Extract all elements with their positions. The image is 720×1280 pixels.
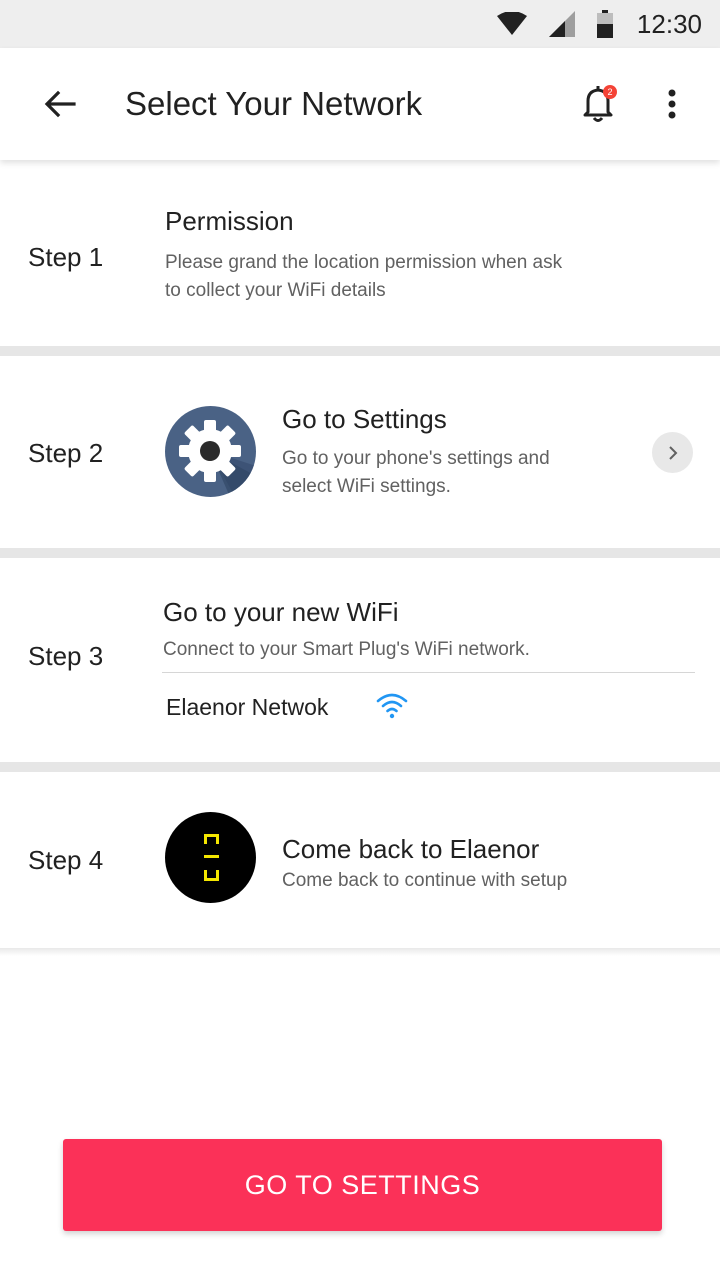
wifi-icon bbox=[376, 692, 408, 725]
step-label: Step 2 bbox=[28, 438, 104, 468]
divider bbox=[0, 346, 720, 356]
settings-gear-icon bbox=[165, 406, 256, 497]
step-card-3: Step 3 Go to your new WiFi Connect to yo… bbox=[0, 558, 720, 762]
more-vert-icon[interactable] bbox=[656, 84, 688, 124]
step-title: Go to your new WiFi bbox=[163, 597, 399, 627]
notification-badge: 2 bbox=[603, 85, 617, 99]
step-description: to collect your WiFi details bbox=[165, 280, 386, 301]
list-shadow bbox=[0, 948, 720, 956]
go-to-settings-button[interactable]: GO TO SETTINGS bbox=[63, 1139, 662, 1231]
step-title: Permission bbox=[165, 206, 294, 236]
step-title: Come back to Elaenor bbox=[282, 834, 540, 864]
step-description: Go to your phone's settings and bbox=[282, 448, 550, 469]
status-time: 12:30 bbox=[636, 8, 702, 39]
elaenor-logo-icon bbox=[165, 812, 256, 903]
page-title: Select Your Network bbox=[125, 85, 423, 122]
step-description: Please grand the location permission whe… bbox=[165, 252, 563, 273]
step-label: Step 3 bbox=[28, 641, 104, 671]
status-bar: 12:30 bbox=[0, 0, 720, 48]
step-card-2[interactable]: Step 2 Go to Settings Go to your phone's… bbox=[0, 356, 720, 548]
divider bbox=[162, 672, 695, 673]
step-card-1: Step 1 Permission Please grand the locat… bbox=[0, 160, 720, 346]
battery-icon bbox=[596, 10, 613, 38]
divider bbox=[0, 548, 720, 558]
step-description: Connect to your Smart Plug's WiFi networ… bbox=[163, 639, 530, 660]
step-description: Come back to continue with setup bbox=[282, 870, 568, 891]
step-title: Go to Settings bbox=[282, 404, 447, 434]
signal-icon bbox=[548, 11, 575, 37]
wifi-icon bbox=[496, 12, 527, 36]
step-description: select WiFi settings. bbox=[282, 476, 451, 497]
step-label: Step 1 bbox=[28, 242, 104, 272]
step-card-4: Step 4 Come back to Elaenor Come back to… bbox=[0, 772, 720, 948]
app-bar: Select Your Network 2 bbox=[0, 48, 720, 160]
step-label: Step 4 bbox=[28, 845, 104, 875]
divider bbox=[0, 762, 720, 772]
chevron-right-icon[interactable] bbox=[652, 432, 693, 473]
arrow-back-icon[interactable] bbox=[40, 84, 80, 124]
network-name[interactable]: Elaenor Netwok bbox=[166, 694, 328, 721]
